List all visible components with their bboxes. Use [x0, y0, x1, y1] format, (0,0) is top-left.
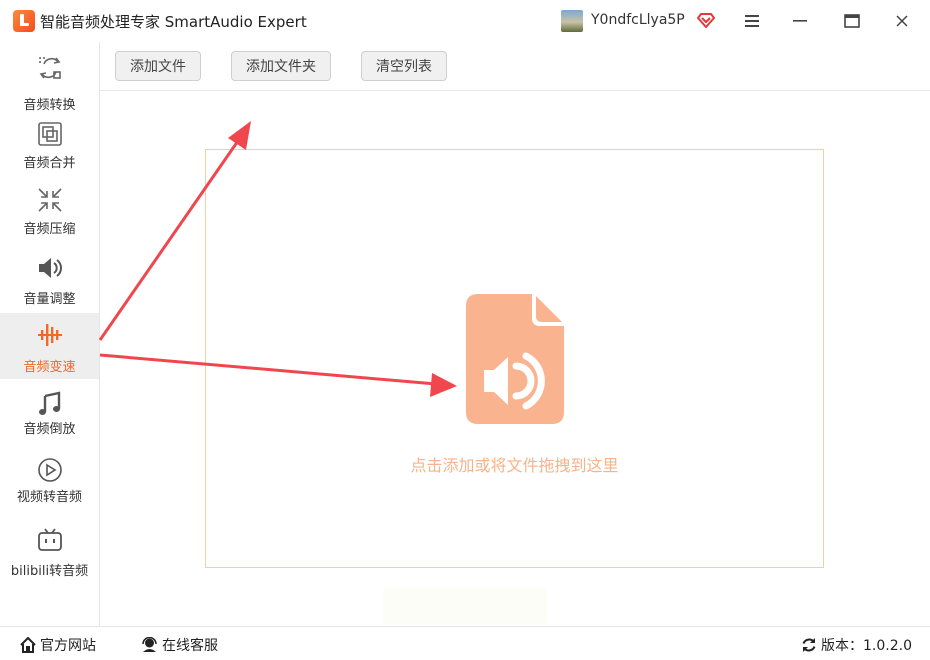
sidebar-item-label: 音频倒放 — [23, 422, 76, 437]
sidebar-item-label: 音频合并 — [23, 156, 76, 171]
online-support-link[interactable]: 在线客服 — [141, 635, 218, 655]
faded-badge — [383, 588, 547, 624]
status-bar: 官方网站 在线客服 版本：1.0.2.0 — [0, 626, 930, 660]
close-button[interactable] — [887, 6, 917, 36]
app-logo-icon — [13, 10, 35, 32]
maximize-icon — [844, 14, 860, 28]
sidebar-item-label: 音频压缩 — [23, 222, 76, 237]
sidebar-item-audio-speed[interactable]: 音频变速 — [0, 313, 99, 379]
volume-icon — [39, 258, 62, 278]
sidebar-item-video-to-audio[interactable]: 视频转音频 — [0, 450, 99, 516]
sidebar-item-audio-convert[interactable]: 音频转换 — [0, 48, 99, 114]
waveform-icon — [38, 324, 62, 346]
compress-icon — [38, 188, 62, 212]
hamburger-icon — [745, 15, 759, 27]
vip-diamond-icon[interactable] — [697, 11, 715, 29]
add-folder-button[interactable]: 添加文件夹 — [231, 51, 331, 81]
minimize-button[interactable] — [785, 6, 815, 36]
sidebar-item-audio-merge[interactable]: 音频合并 — [0, 114, 99, 180]
play-icon — [38, 458, 62, 482]
sidebar: 音频转换 音频合并 音频压缩 音量调整 音频变速 音频倒放 视频转音频 bili… — [0, 42, 100, 626]
clear-list-button[interactable]: 清空列表 — [361, 51, 447, 81]
bilibili-tv-icon — [38, 528, 62, 551]
sidebar-item-label: bilibili转音频 — [10, 564, 89, 579]
convert-icon — [39, 57, 61, 79]
maximize-button[interactable] — [837, 6, 867, 36]
official-website-label: 官方网站 — [40, 638, 96, 654]
sidebar-item-volume-adjust[interactable]: 音量调整 — [0, 248, 99, 314]
minimize-icon — [793, 20, 807, 22]
app-window: 智能音频处理专家 SmartAudio Expert Y0ndfcLlya5P — [0, 0, 930, 660]
music-note-icon — [39, 391, 61, 415]
sidebar-item-label: 音量调整 — [23, 292, 76, 307]
sidebar-item-audio-reverse[interactable]: 音频倒放 — [0, 384, 99, 450]
sidebar-item-label: 音频变速 — [23, 360, 76, 375]
sidebar-item-label: 视频转音频 — [16, 490, 82, 505]
audio-file-icon[interactable] — [466, 294, 564, 424]
version-info[interactable]: 版本：1.0.2.0 — [801, 635, 912, 655]
close-icon — [896, 15, 908, 27]
menu-button[interactable] — [737, 6, 767, 36]
app-title: 智能音频处理专家 SmartAudio Expert — [40, 13, 307, 31]
online-support-label: 在线客服 — [162, 638, 218, 654]
official-website-link[interactable]: 官方网站 — [20, 635, 96, 655]
sidebar-item-bilibili-to-audio[interactable]: bilibili转音频 — [0, 520, 99, 586]
version-label: 版本：1.0.2.0 — [821, 638, 912, 654]
user-name[interactable]: Y0ndfcLlya5P — [591, 12, 685, 28]
add-file-button[interactable]: 添加文件 — [115, 51, 201, 81]
headset-icon — [142, 637, 157, 652]
drop-hint-text[interactable]: 点击添加或将文件拖拽到这里 — [205, 452, 824, 476]
sidebar-item-audio-compress[interactable]: 音频压缩 — [0, 180, 99, 246]
toolbar: 添加文件 添加文件夹 清空列表 — [100, 42, 930, 91]
user-avatar[interactable] — [561, 10, 583, 32]
title-bar: 智能音频处理专家 SmartAudio Expert Y0ndfcLlya5P — [0, 0, 930, 42]
merge-icon — [38, 122, 62, 146]
sidebar-item-label: 音频转换 — [23, 98, 76, 113]
home-icon — [20, 637, 36, 653]
refresh-icon — [802, 638, 816, 652]
